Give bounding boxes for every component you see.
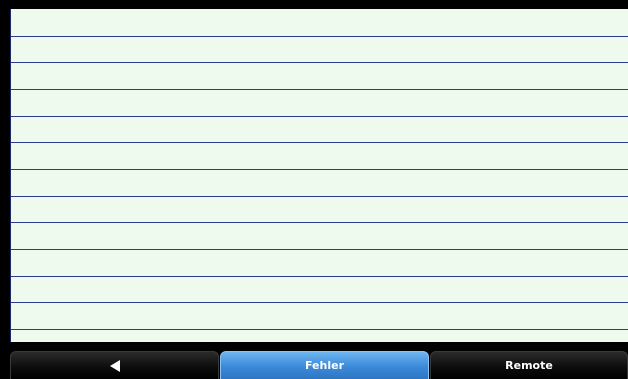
screen: Fehler Remote	[0, 0, 628, 379]
back-button[interactable]	[10, 351, 219, 379]
list-row[interactable]	[11, 63, 628, 90]
error-list	[10, 9, 628, 342]
bottom-toolbar: Fehler Remote	[10, 351, 628, 379]
list-row[interactable]	[11, 170, 628, 197]
list-row[interactable]	[11, 197, 628, 224]
left-triangle-icon	[109, 359, 120, 372]
list-row[interactable]	[11, 37, 628, 64]
list-row[interactable]	[11, 117, 628, 144]
list-row[interactable]	[11, 143, 628, 170]
remote-button[interactable]: Remote	[430, 351, 628, 379]
fehler-button[interactable]: Fehler	[220, 351, 429, 379]
list-row[interactable]	[11, 90, 628, 117]
list-row[interactable]	[11, 277, 628, 304]
list-row[interactable]	[11, 250, 628, 277]
list-row[interactable]	[11, 303, 628, 331]
fehler-label: Fehler	[304, 359, 344, 372]
list-row[interactable]	[11, 223, 628, 250]
remote-label: Remote	[505, 359, 553, 372]
list-row[interactable]	[11, 9, 628, 37]
